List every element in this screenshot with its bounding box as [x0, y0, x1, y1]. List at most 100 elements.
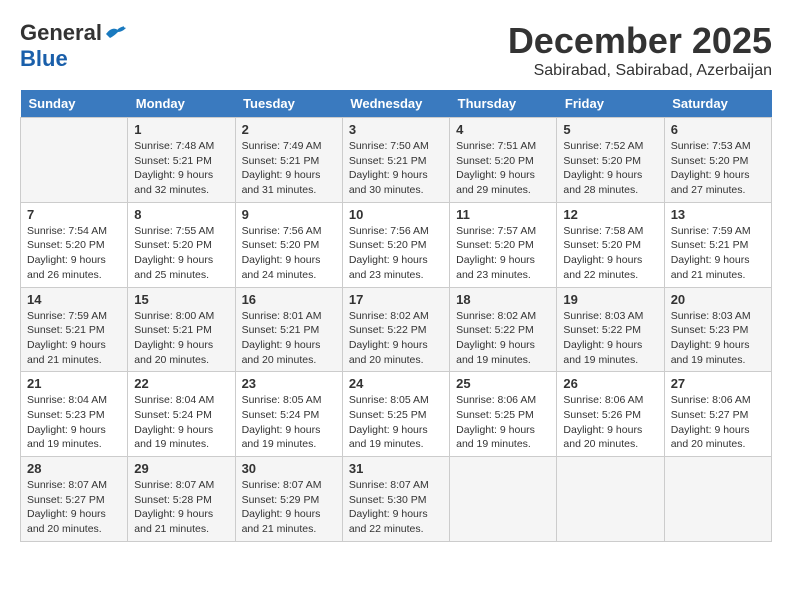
day-number: 14	[27, 292, 121, 307]
day-number: 26	[563, 376, 657, 391]
day-info: Sunrise: 7:51 AM Sunset: 5:20 PM Dayligh…	[456, 139, 550, 198]
day-number: 12	[563, 207, 657, 222]
calendar-cell	[664, 457, 771, 542]
logo-blue: Blue	[20, 46, 68, 72]
day-info: Sunrise: 8:06 AM Sunset: 5:26 PM Dayligh…	[563, 393, 657, 452]
calendar-cell: 16Sunrise: 8:01 AM Sunset: 5:21 PM Dayli…	[235, 287, 342, 372]
header-tuesday: Tuesday	[235, 90, 342, 118]
calendar-cell: 21 Sunrise: 8:04 AM Sunset: 5:23 PM Dayli…	[21, 372, 128, 457]
month-title: December 2025	[508, 20, 772, 62]
calendar-cell	[21, 118, 128, 203]
calendar-cell: 2 Sunrise: 7:49 AM Sunset: 5:21 PM Daylig…	[235, 118, 342, 203]
calendar-cell: 12Sunrise: 7:58 AM Sunset: 5:20 PM Dayli…	[557, 202, 664, 287]
calendar-cell	[450, 457, 557, 542]
day-info: Sunrise: 8:07 AM Sunset: 5:30 PM Dayligh…	[349, 478, 443, 537]
day-info: Sunrise: 7:59 AM Sunset: 5:21 PM Dayligh…	[27, 309, 121, 368]
calendar-cell: 6 Sunrise: 7:53 AM Sunset: 5:20 PM Daylig…	[664, 118, 771, 203]
day-info: Sunrise: 8:07 AM Sunset: 5:27 PM Dayligh…	[27, 478, 121, 537]
day-number: 2	[242, 122, 336, 137]
week-row-1: 7 Sunrise: 7:54 AM Sunset: 5:20 PM Daylig…	[21, 202, 772, 287]
day-info: Sunrise: 7:56 AM Sunset: 5:20 PM Dayligh…	[349, 224, 443, 283]
calendar-cell: 23 Sunrise: 8:05 AM Sunset: 5:24 PM Dayli…	[235, 372, 342, 457]
day-info: Sunrise: 7:55 AM Sunset: 5:20 PM Dayligh…	[134, 224, 228, 283]
day-info: Sunrise: 8:07 AM Sunset: 5:29 PM Dayligh…	[242, 478, 336, 537]
page-header: General Blue December 2025 Sabirabad, Sa…	[20, 20, 772, 80]
day-info: Sunrise: 8:05 AM Sunset: 5:24 PM Dayligh…	[242, 393, 336, 452]
day-info: Sunrise: 7:50 AM Sunset: 5:21 PM Dayligh…	[349, 139, 443, 198]
day-info: Sunrise: 7:52 AM Sunset: 5:20 PM Dayligh…	[563, 139, 657, 198]
calendar-cell: 28 Sunrise: 8:07 AM Sunset: 5:27 PM Dayli…	[21, 457, 128, 542]
calendar-cell: 5Sunrise: 7:52 AM Sunset: 5:20 PM Daylig…	[557, 118, 664, 203]
day-info: Sunrise: 7:56 AM Sunset: 5:20 PM Dayligh…	[242, 224, 336, 283]
day-info: Sunrise: 8:05 AM Sunset: 5:25 PM Dayligh…	[349, 393, 443, 452]
calendar-cell: 15Sunrise: 8:00 AM Sunset: 5:21 PM Dayli…	[128, 287, 235, 372]
calendar-cell: 26 Sunrise: 8:06 AM Sunset: 5:26 PM Dayli…	[557, 372, 664, 457]
day-info: Sunrise: 7:48 AM Sunset: 5:21 PM Dayligh…	[134, 139, 228, 198]
day-number: 3	[349, 122, 443, 137]
day-number: 18	[456, 292, 550, 307]
calendar-cell: 19 Sunrise: 8:03 AM Sunset: 5:22 PM Dayli…	[557, 287, 664, 372]
logo-bird-icon	[104, 24, 126, 42]
day-info: Sunrise: 8:00 AM Sunset: 5:21 PM Dayligh…	[134, 309, 228, 368]
calendar-cell: 4 Sunrise: 7:51 AM Sunset: 5:20 PM Daylig…	[450, 118, 557, 203]
calendar-cell: 27Sunrise: 8:06 AM Sunset: 5:27 PM Dayli…	[664, 372, 771, 457]
day-info: Sunrise: 8:03 AM Sunset: 5:22 PM Dayligh…	[563, 309, 657, 368]
calendar-cell: 10 Sunrise: 7:56 AM Sunset: 5:20 PM Dayli…	[342, 202, 449, 287]
logo-general: General	[20, 20, 102, 46]
day-info: Sunrise: 8:04 AM Sunset: 5:23 PM Dayligh…	[27, 393, 121, 452]
day-number: 13	[671, 207, 765, 222]
day-number: 6	[671, 122, 765, 137]
calendar-cell: 17 Sunrise: 8:02 AM Sunset: 5:22 PM Dayli…	[342, 287, 449, 372]
calendar-cell: 9 Sunrise: 7:56 AM Sunset: 5:20 PM Daylig…	[235, 202, 342, 287]
calendar-cell: 18Sunrise: 8:02 AM Sunset: 5:22 PM Dayli…	[450, 287, 557, 372]
day-number: 30	[242, 461, 336, 476]
calendar-cell: 30 Sunrise: 8:07 AM Sunset: 5:29 PM Dayli…	[235, 457, 342, 542]
day-info: Sunrise: 8:03 AM Sunset: 5:23 PM Dayligh…	[671, 309, 765, 368]
day-number: 21	[27, 376, 121, 391]
day-number: 4	[456, 122, 550, 137]
calendar-cell: 3 Sunrise: 7:50 AM Sunset: 5:21 PM Daylig…	[342, 118, 449, 203]
calendar-cell: 1Sunrise: 7:48 AM Sunset: 5:21 PM Daylig…	[128, 118, 235, 203]
day-number: 29	[134, 461, 228, 476]
day-number: 22	[134, 376, 228, 391]
day-info: Sunrise: 8:01 AM Sunset: 5:21 PM Dayligh…	[242, 309, 336, 368]
header-saturday: Saturday	[664, 90, 771, 118]
calendar-cell: 13 Sunrise: 7:59 AM Sunset: 5:21 PM Dayli…	[664, 202, 771, 287]
day-number: 20	[671, 292, 765, 307]
location-title: Sabirabad, Sabirabad, Azerbaijan	[508, 62, 772, 80]
header-sunday: Sunday	[21, 90, 128, 118]
calendar-cell	[557, 457, 664, 542]
week-row-3: 21 Sunrise: 8:04 AM Sunset: 5:23 PM Dayli…	[21, 372, 772, 457]
day-info: Sunrise: 8:02 AM Sunset: 5:22 PM Dayligh…	[349, 309, 443, 368]
day-number: 11	[456, 207, 550, 222]
week-row-0: 1Sunrise: 7:48 AM Sunset: 5:21 PM Daylig…	[21, 118, 772, 203]
day-info: Sunrise: 7:53 AM Sunset: 5:20 PM Dayligh…	[671, 139, 765, 198]
day-number: 17	[349, 292, 443, 307]
header-thursday: Thursday	[450, 90, 557, 118]
day-number: 28	[27, 461, 121, 476]
day-number: 10	[349, 207, 443, 222]
calendar-cell: 22Sunrise: 8:04 AM Sunset: 5:24 PM Dayli…	[128, 372, 235, 457]
calendar-cell: 20 Sunrise: 8:03 AM Sunset: 5:23 PM Dayli…	[664, 287, 771, 372]
title-area: December 2025 Sabirabad, Sabirabad, Azer…	[508, 20, 772, 80]
header-friday: Friday	[557, 90, 664, 118]
day-info: Sunrise: 8:07 AM Sunset: 5:28 PM Dayligh…	[134, 478, 228, 537]
day-number: 23	[242, 376, 336, 391]
day-number: 19	[563, 292, 657, 307]
day-number: 31	[349, 461, 443, 476]
day-number: 25	[456, 376, 550, 391]
day-number: 24	[349, 376, 443, 391]
calendar-table: SundayMondayTuesdayWednesdayThursdayFrid…	[20, 90, 772, 542]
calendar-cell: 29 Sunrise: 8:07 AM Sunset: 5:28 PM Dayli…	[128, 457, 235, 542]
day-info: Sunrise: 7:49 AM Sunset: 5:21 PM Dayligh…	[242, 139, 336, 198]
day-number: 9	[242, 207, 336, 222]
day-info: Sunrise: 7:59 AM Sunset: 5:21 PM Dayligh…	[671, 224, 765, 283]
calendar-cell: 7 Sunrise: 7:54 AM Sunset: 5:20 PM Daylig…	[21, 202, 128, 287]
calendar-cell: 31 Sunrise: 8:07 AM Sunset: 5:30 PM Dayli…	[342, 457, 449, 542]
day-info: Sunrise: 8:06 AM Sunset: 5:27 PM Dayligh…	[671, 393, 765, 452]
day-number: 8	[134, 207, 228, 222]
day-info: Sunrise: 7:54 AM Sunset: 5:20 PM Dayligh…	[27, 224, 121, 283]
day-number: 7	[27, 207, 121, 222]
header-monday: Monday	[128, 90, 235, 118]
week-row-4: 28 Sunrise: 8:07 AM Sunset: 5:27 PM Dayli…	[21, 457, 772, 542]
